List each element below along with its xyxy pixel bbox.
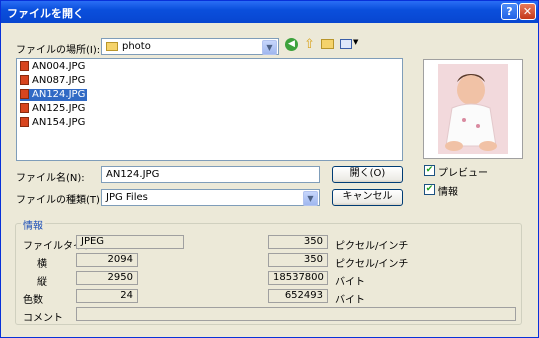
height-value: 2950 — [76, 271, 138, 285]
open-button[interactable]: 開く(O) — [332, 166, 403, 183]
colors-label: 色数 — [23, 295, 43, 306]
size-value: 18537800 — [268, 271, 328, 285]
dpi-y-unit: ピクセル/インチ — [335, 259, 409, 270]
preview-checkbox-label: プレビュー — [438, 168, 488, 179]
dialog-title: ファイルを開く — [7, 7, 84, 20]
back-icon[interactable]: ◀ — [285, 38, 298, 51]
chevron-down-icon[interactable]: ▼ — [303, 191, 318, 206]
new-folder-icon[interactable] — [321, 39, 334, 49]
jpg-file-icon — [20, 75, 29, 85]
size-unit: バイト — [335, 277, 365, 288]
width-value: 2094 — [76, 253, 138, 267]
close-button[interactable]: ✕ — [519, 3, 536, 20]
height-label: 縦 — [37, 277, 47, 288]
filetype-select[interactable]: JPG Files ▼ — [101, 189, 320, 206]
list-item[interactable]: AN154.JPG — [20, 117, 85, 129]
compressed-size-value: 652493 — [268, 289, 328, 303]
filename-value: AN124.JPG — [106, 169, 160, 180]
location-value: photo — [122, 41, 151, 52]
dpi-x-value: 350 — [268, 235, 328, 249]
cancel-button[interactable]: キャンセル — [332, 189, 403, 206]
width-label: 横 — [37, 259, 47, 270]
comment-value — [76, 307, 516, 321]
colors-value: 24 — [76, 289, 138, 303]
file-list[interactable]: AN004.JPG AN087.JPG AN124.JPG AN125.JPG … — [16, 58, 403, 161]
title-bar: ファイルを開く ? ✕ — [1, 1, 538, 23]
view-menu-icon[interactable] — [340, 39, 352, 49]
open-file-dialog: ファイルを開く ? ✕ ファイルの場所(I): photo ▼ ◀ ⇧ ▼ AN… — [0, 0, 539, 338]
chevron-down-icon[interactable]: ▼ — [262, 40, 277, 55]
list-item[interactable]: AN125.JPG — [20, 103, 85, 115]
jpg-file-icon — [20, 61, 29, 71]
comment-label: コメント — [23, 313, 63, 324]
location-label: ファイルの場所(I): — [16, 45, 101, 56]
up-folder-icon[interactable]: ⇧ — [304, 37, 315, 52]
filetype-value: JPG Files — [106, 192, 148, 203]
preview-image — [438, 64, 508, 154]
location-combo[interactable]: photo ▼ — [101, 38, 279, 55]
info-group-label: 情報 — [21, 217, 45, 232]
dpi-y-value: 350 — [268, 253, 328, 267]
jpg-file-icon — [20, 117, 29, 127]
list-item-selected[interactable]: AN124.JPG — [20, 89, 88, 101]
filename-input[interactable]: AN124.JPG — [101, 166, 320, 183]
filetype-label: ファイルの種類(T): — [16, 195, 104, 206]
preview-checkbox[interactable]: ✔ — [424, 165, 435, 176]
filename-label: ファイル名(N): — [16, 173, 85, 184]
jpg-file-icon — [20, 89, 29, 99]
folder-icon — [106, 42, 118, 51]
info-checkbox[interactable]: ✔ — [424, 184, 435, 195]
preview-pane — [423, 59, 523, 159]
filetype-info-value: JPEG — [76, 235, 184, 249]
jpg-file-icon — [20, 103, 29, 113]
compressed-size-unit: バイト — [335, 295, 365, 306]
list-item[interactable]: AN087.JPG — [20, 75, 85, 87]
dpi-x-unit: ピクセル/インチ — [335, 241, 409, 252]
list-item[interactable]: AN004.JPG — [20, 61, 85, 73]
info-checkbox-label: 情報 — [438, 187, 458, 198]
help-button[interactable]: ? — [501, 3, 518, 20]
view-menu-arrow-icon[interactable]: ▼ — [353, 38, 358, 46]
